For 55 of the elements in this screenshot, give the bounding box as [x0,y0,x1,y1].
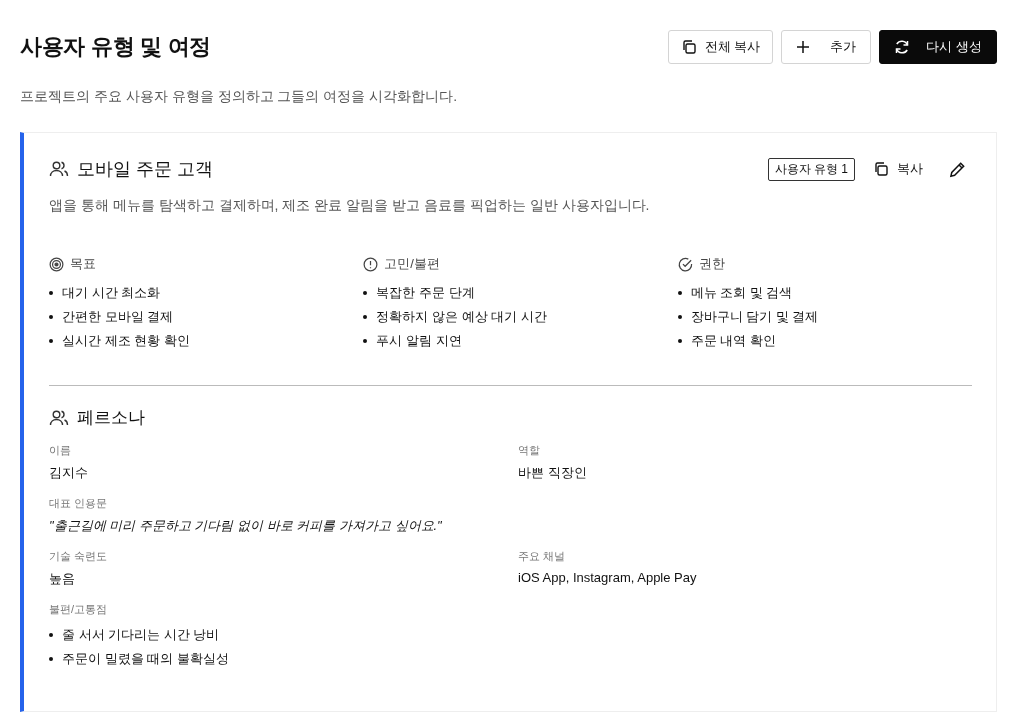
list-item: 장바구니 담기 및 결제 [690,308,819,326]
user-type-badge: 사용자 유형 1 [767,157,855,181]
bullet-icon [49,657,53,661]
copy-button[interactable]: 전체 복사 [667,30,774,64]
section-title: 고민/불편 [384,255,440,273]
list-item: 푸시 알림 지연 [376,332,462,350]
check-circle-icon [677,256,693,272]
bullet-icon [49,339,53,343]
add-button[interactable]: 추가 [781,30,872,64]
field-label: 기술 숙련도 [49,549,109,564]
user-type-description: 앱을 통해 메뉴를 탐색하고 결제하며, 제조 완료 알림을 받고 음료를 픽업하는 일반 사용자입니다. [49,197,651,215]
list-item: 복잡한 주문 단계 [376,284,475,302]
section-title: 목표 [70,255,96,273]
list-item: 정확하지 않은 예상 대기 시간 [376,308,547,326]
list-item: 대기 시간 최소화 [62,284,161,302]
plus-icon [796,40,811,54]
copy-icon [873,161,889,177]
bullet-icon [677,291,682,295]
alert-icon [363,256,379,272]
field-label: 불편/고통점 [49,602,109,617]
copy-icon [680,39,697,55]
pain-point: 줄 서서 기다리는 시간 낭비 [62,626,220,644]
bullet-icon [363,315,368,319]
bullet-icon [363,291,368,295]
refresh-icon [894,39,911,55]
users-icon [49,159,69,179]
pain-point: 주문이 밀렸을 때의 불확실성 [62,650,229,668]
list-item: 주문 내역 확인 [690,332,776,350]
edit-icon[interactable] [949,160,966,178]
field-label: 역할 [518,443,541,458]
field-label: 대표 인용문 [49,496,109,511]
bullet-icon [677,339,682,343]
bullet-icon [363,339,368,343]
page-title: 사용자 유형 및 여정 [20,33,212,61]
target-icon [49,256,64,272]
bullet-icon [677,315,682,319]
field-value: 김지수 [49,464,89,482]
copy-button[interactable]: 복사 [873,160,923,178]
field-value: iOS App, Instagram, Apple Pay [518,570,698,585]
field-label: 이름 [49,443,72,458]
bullet-icon [49,633,53,637]
refresh-button[interactable]: 다시 생성 [879,30,997,64]
field-label: 주요 채널 [518,549,567,564]
list-item: 간편한 모바일 결제 [62,308,174,326]
quote-text: "출근길에 미리 주문하고 기다림 없이 바로 커피를 가져가고 싶어요." [49,517,443,535]
bullet-icon [49,315,53,319]
field-value: 바쁜 직장인 [518,464,588,482]
persona-title: 페르소나 [77,407,145,429]
section-title: 권한 [698,255,725,273]
user-type-title: 모바일 주문 고객 [77,158,213,181]
page-description: 프로젝트의 주요 사용자 유형을 정의하고 그들의 여정을 시각화합니다. [20,88,459,106]
list-item: 메뉴 조회 및 검색 [690,284,793,302]
field-value: 높음 [49,570,76,588]
bullet-icon [49,291,53,295]
list-item: 실시간 제조 현황 확인 [62,332,190,350]
